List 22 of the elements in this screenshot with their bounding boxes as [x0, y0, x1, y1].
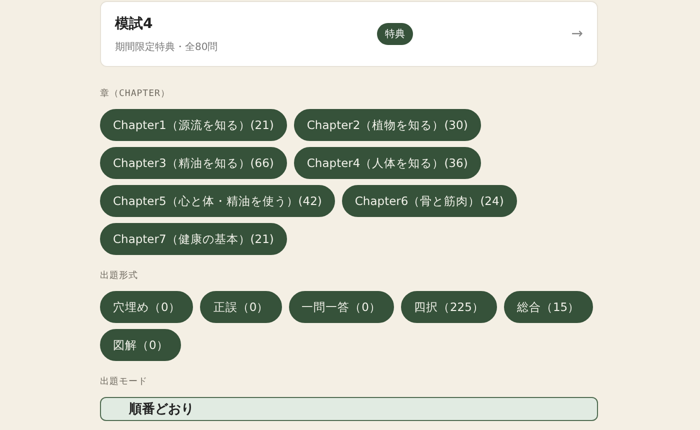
bonus-badge: 特典: [377, 23, 413, 45]
chapter-chip[interactable]: Chapter5（心と体・精油を使う）(42): [100, 185, 335, 217]
exam-title: 模試4: [115, 14, 154, 32]
chapter-chip[interactable]: Chapter3（精油を知る）(66): [100, 147, 287, 179]
chapter-chip[interactable]: Chapter4（人体を知る）(36): [294, 147, 481, 179]
format-chip[interactable]: 正誤（0）: [200, 291, 282, 323]
format-chip[interactable]: 総合（15）: [504, 291, 593, 323]
format-chip[interactable]: 四択（225）: [400, 291, 497, 323]
format-chip[interactable]: 一問一答（0）: [288, 291, 394, 323]
exam-subtitle: 期間限定特典・全80問: [115, 40, 219, 54]
section-label: 章（CHAPTER）: [100, 88, 171, 100]
chapter-chip[interactable]: Chapter7（健康の基本）(21): [100, 223, 287, 255]
format-chip[interactable]: 図解（0）: [100, 329, 182, 361]
exam-card[interactable]: 模試4 期間限定特典・全80問 特典 →: [100, 1, 598, 67]
arrow-glyph: →: [571, 26, 583, 42]
mode-option[interactable]: 順番どおり: [100, 397, 598, 421]
chapter-chip[interactable]: Chapter2（植物を知る）(30): [294, 109, 481, 141]
chapter-chip[interactable]: Chapter6（骨と筋肉）(24): [342, 185, 517, 217]
section-label: 出題形式: [100, 270, 139, 282]
chapter-chip[interactable]: Chapter1（源流を知る）(21): [100, 109, 287, 141]
section-label: 出題モード: [100, 376, 148, 388]
format-chip[interactable]: 穴埋め（0）: [100, 291, 194, 323]
